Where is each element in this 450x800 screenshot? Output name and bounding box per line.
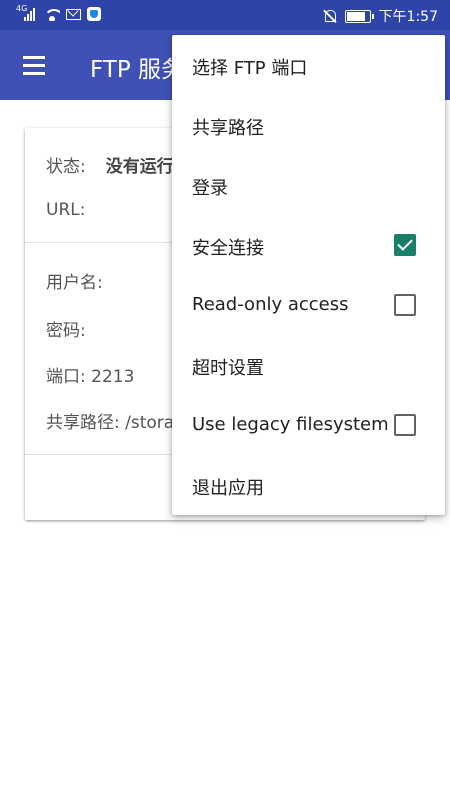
- hamburger-menu-icon[interactable]: [14, 47, 54, 83]
- battery-icon: [344, 9, 374, 23]
- screen: 4G 下午1:57 FTP 服务器 状态: 没有运行 URL: 用户名: 密码:…: [0, 0, 450, 800]
- status-value: 没有运行: [105, 157, 174, 177]
- clock: 下午1:57: [378, 9, 438, 25]
- status-bar: 4G 下午1:57: [0, 0, 450, 30]
- status-bar-left: 4G: [16, 4, 101, 22]
- menu-item-label: 登录: [192, 178, 228, 199]
- menu-item-label: Read-only access: [192, 294, 349, 315]
- secure-connection-checkbox[interactable]: [394, 234, 416, 256]
- menu-item-select-ftp-port[interactable]: 选择 FTP 端口: [172, 35, 445, 95]
- read-only-checkbox[interactable]: [394, 294, 416, 316]
- password-label: 密码:: [46, 321, 86, 341]
- menu-item-label: 超时设置: [192, 358, 264, 379]
- username-label: 用户名:: [46, 273, 103, 293]
- url-label: URL:: [46, 200, 86, 220]
- cell-signal-icon: 4G: [16, 4, 38, 22]
- menu-item-share-path[interactable]: 共享路径: [172, 95, 445, 155]
- status-label: 状态:: [46, 157, 86, 177]
- menu-item-login[interactable]: 登录: [172, 155, 445, 215]
- overflow-menu: 选择 FTP 端口 共享路径 登录 安全连接 Read-only access …: [172, 35, 445, 515]
- menu-item-secure-connection[interactable]: 安全连接: [172, 215, 445, 275]
- wifi-icon: [44, 7, 60, 21]
- menu-item-label: Use legacy filesystem: [192, 414, 389, 435]
- menu-item-exit-app[interactable]: 退出应用: [172, 455, 445, 515]
- mail-icon: [66, 8, 81, 20]
- legacy-filesystem-checkbox[interactable]: [394, 414, 416, 436]
- menu-item-label: 安全连接: [192, 238, 264, 259]
- menu-item-timeout-settings[interactable]: 超时设置: [172, 335, 445, 395]
- menu-item-label: 选择 FTP 端口: [192, 58, 308, 79]
- menu-item-label: 共享路径: [192, 118, 264, 139]
- network-type: 4G: [16, 4, 28, 13]
- battery-fill: [346, 11, 365, 21]
- menu-item-read-only-access[interactable]: Read-only access: [172, 275, 445, 335]
- menu-item-label: 退出应用: [192, 478, 264, 499]
- security-app-icon: [87, 7, 101, 21]
- status-bar-right: 下午1:57: [323, 6, 438, 26]
- menu-item-legacy-filesystem[interactable]: Use legacy filesystem: [172, 395, 445, 455]
- status-row: 状态: 没有运行: [46, 152, 174, 177]
- notifications-off-icon: [323, 9, 337, 23]
- port-label: 端口: 2213: [46, 367, 135, 387]
